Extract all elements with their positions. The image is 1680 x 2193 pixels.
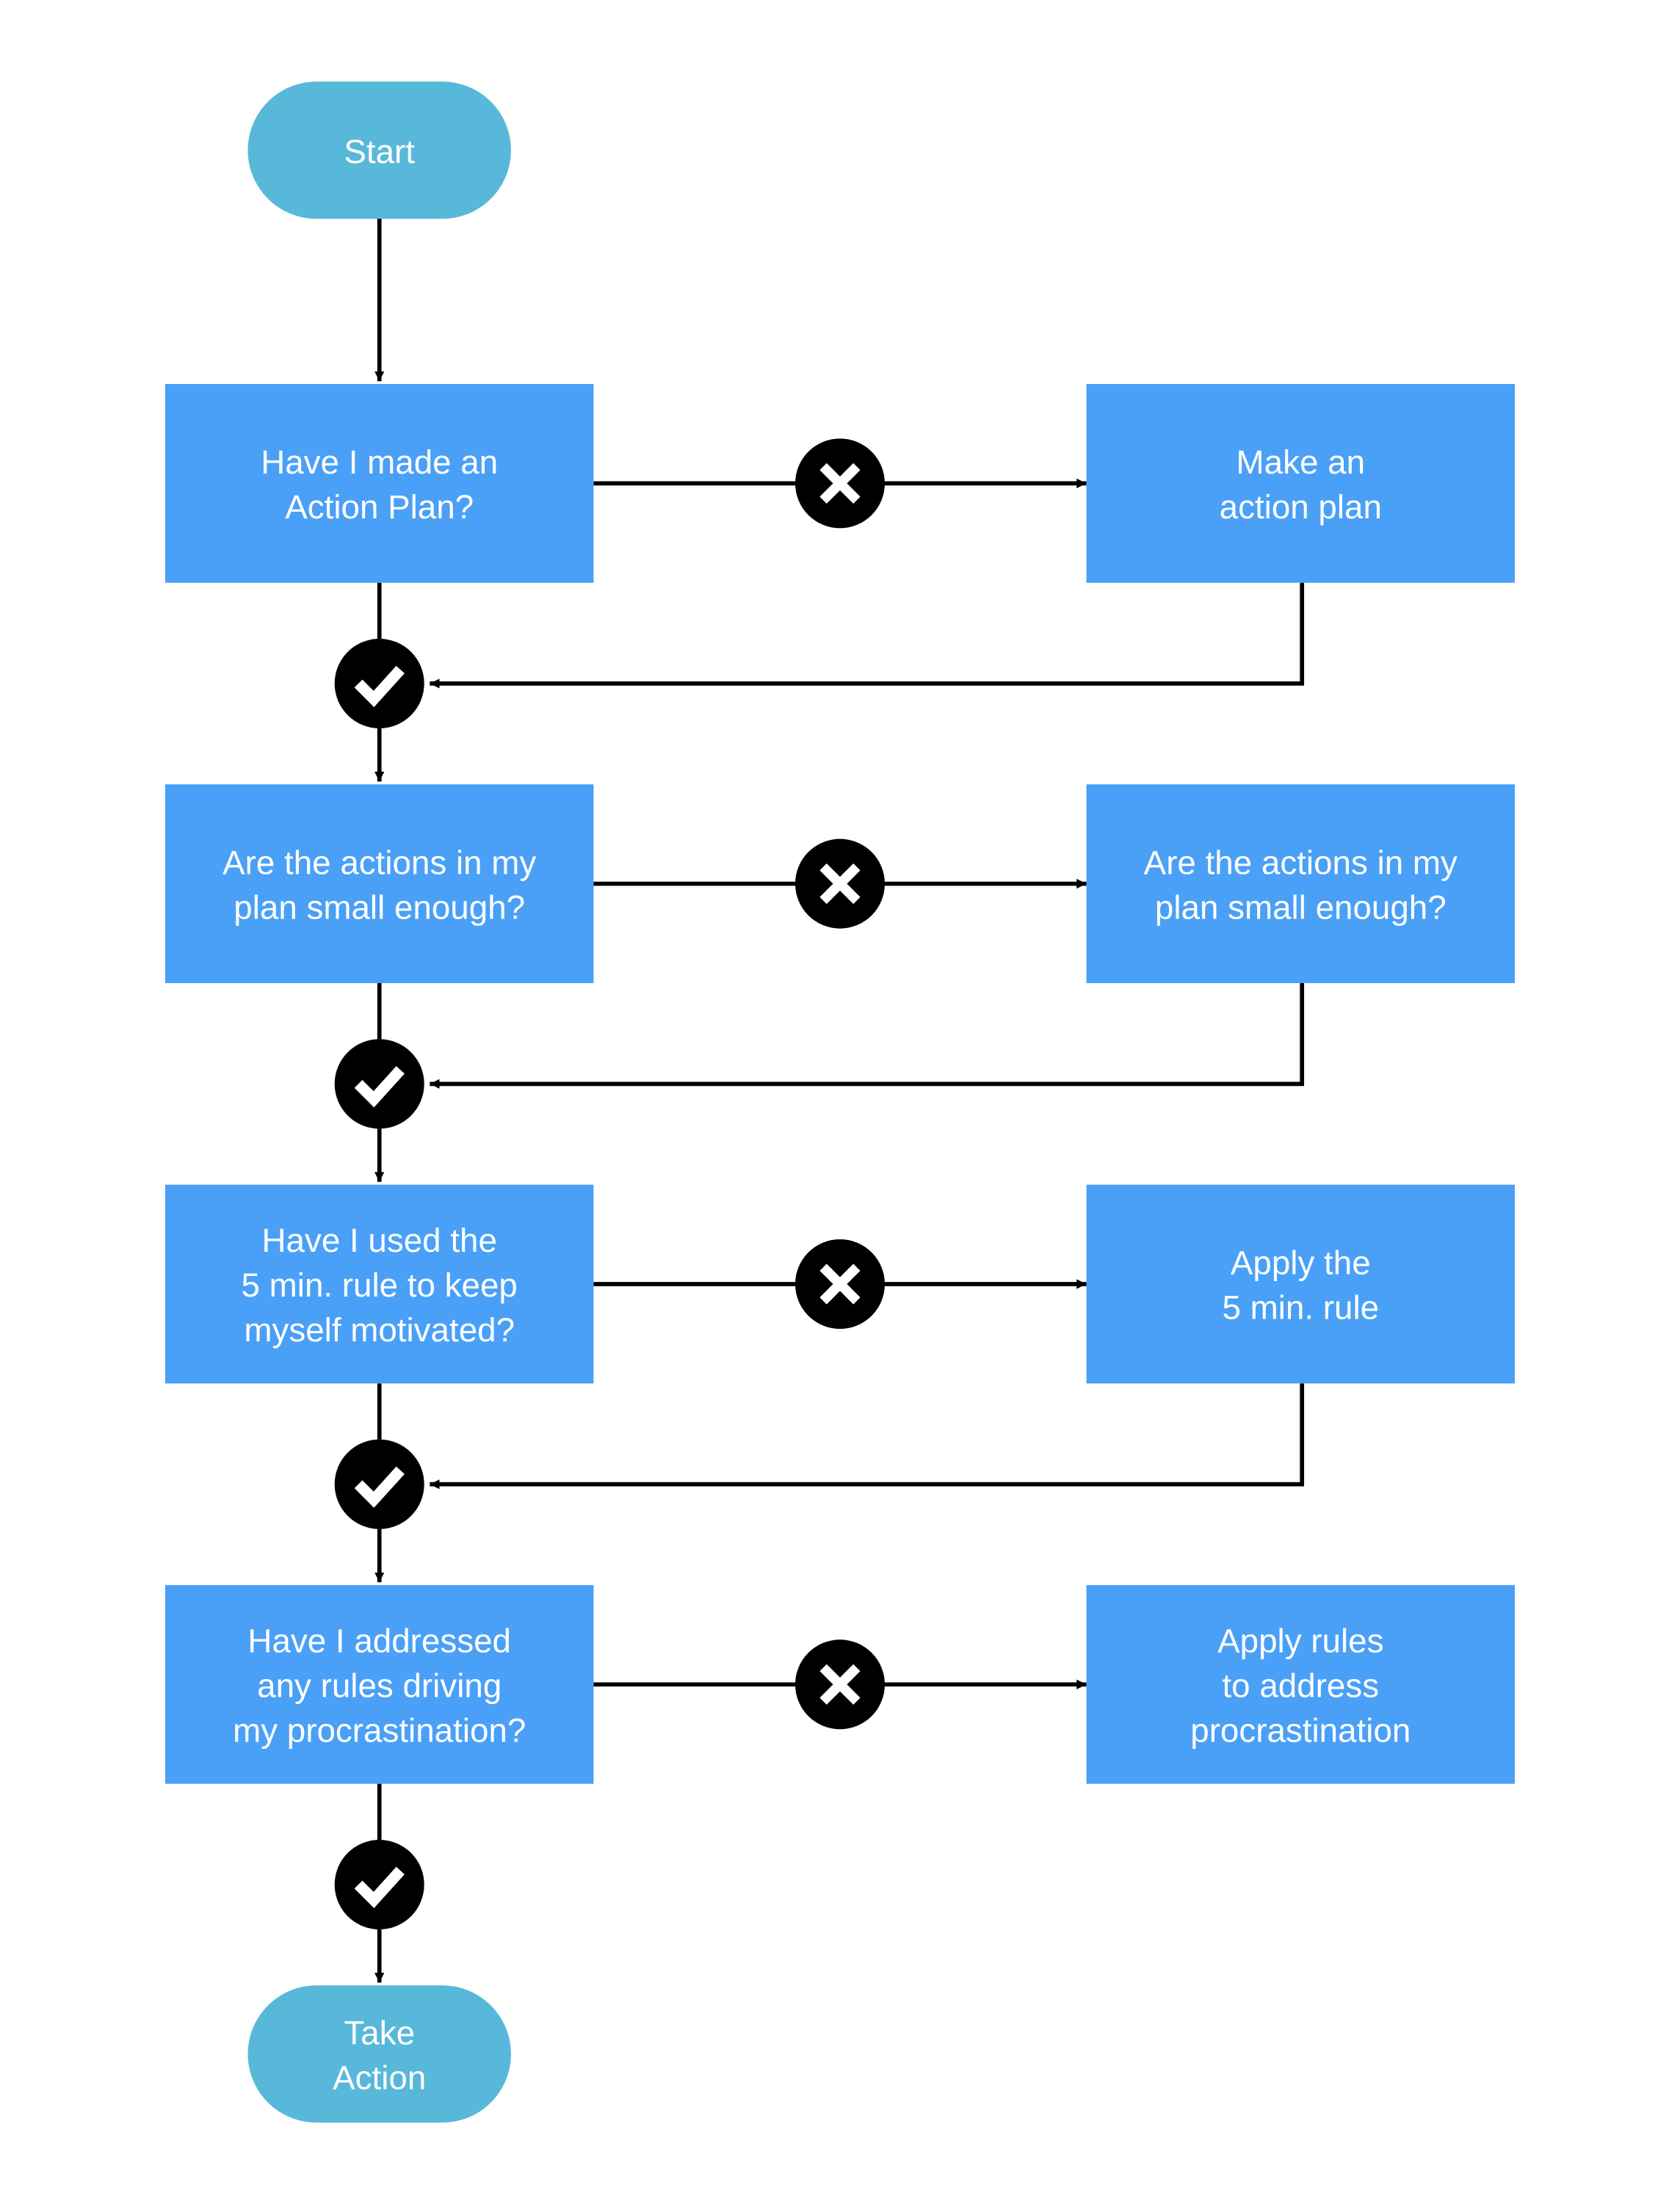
- question-box-1[interactable]: Have I made an Action Plan?: [164, 384, 594, 583]
- process-shape: [164, 784, 594, 984]
- node-label-line: Apply the: [1231, 1244, 1371, 1282]
- action-box-3[interactable]: Apply the 5 min. rule: [1086, 1184, 1516, 1384]
- node-label-line: Start: [344, 133, 415, 170]
- start-terminal[interactable]: Start: [247, 81, 511, 220]
- edge-return-1: [430, 582, 1305, 689]
- node-label-line: Are the actions in my: [222, 844, 536, 881]
- node-label-line: 5 min. rule to keep: [242, 1266, 518, 1304]
- action-box-1[interactable]: Make an action plan: [1086, 384, 1516, 583]
- process-shape: [1086, 384, 1516, 583]
- yes-check-icon: [334, 1039, 424, 1129]
- node-label-line: Make an: [1237, 443, 1365, 481]
- action-box-2[interactable]: Are the actions in my plan small enough?: [1086, 784, 1516, 984]
- node-label-line: Action: [333, 2059, 426, 2096]
- node-label-line: my procrastination?: [233, 1711, 526, 1749]
- node-label-line: to address: [1222, 1667, 1379, 1704]
- question-box-4[interactable]: Have I addressed any rules driving my proc…: [164, 1584, 594, 1784]
- no-x-icon: [794, 838, 886, 929]
- question-box-3[interactable]: Have I used the 5 min. rule to keep myself…: [164, 1184, 594, 1384]
- node-label-line: plan small enough?: [1155, 888, 1447, 926]
- no-x-icon: [794, 1239, 886, 1330]
- node-label-line: Action Plan?: [285, 488, 474, 526]
- edge-return-2: [430, 983, 1305, 1090]
- yes-check-icon: [334, 1839, 424, 1929]
- node-label-line: 5 min. rule: [1222, 1289, 1379, 1327]
- question-box-2[interactable]: Are the actions in my plan small enough?: [164, 784, 594, 984]
- node-label-line: Have I made an: [261, 443, 498, 481]
- edge-return-3: [430, 1383, 1305, 1490]
- process-shape: [1086, 1184, 1516, 1384]
- flowchart-canvas: Start Have I made an Action Plan? Make an ac…: [164, 81, 1516, 2123]
- node-label-line: plan small enough?: [233, 888, 525, 926]
- action-box-4[interactable]: Apply rules to address procrastination: [1086, 1584, 1516, 1784]
- node-label-line: Apply rules: [1217, 1622, 1383, 1659]
- terminal-shape: [247, 1985, 511, 2123]
- node-label-line: Have I addressed: [247, 1622, 511, 1659]
- yes-check-icon: [334, 639, 424, 729]
- yes-check-icon: [334, 1439, 424, 1529]
- end-terminal[interactable]: Take Action: [247, 1985, 511, 2123]
- node-label-line: myself motivated?: [244, 1311, 515, 1349]
- node-label-line: any rules driving: [257, 1667, 502, 1704]
- node-label-line: action plan: [1220, 488, 1382, 526]
- node-label-line: Are the actions in my: [1144, 844, 1458, 881]
- node-label-line: procrastination: [1190, 1711, 1411, 1749]
- node-label-line: Have I used the: [261, 1222, 496, 1259]
- process-shape: [164, 384, 594, 583]
- no-x-icon: [794, 438, 886, 529]
- process-shape: [1086, 784, 1516, 984]
- no-x-icon: [794, 1639, 886, 1730]
- node-label-line: Take: [344, 2014, 415, 2051]
